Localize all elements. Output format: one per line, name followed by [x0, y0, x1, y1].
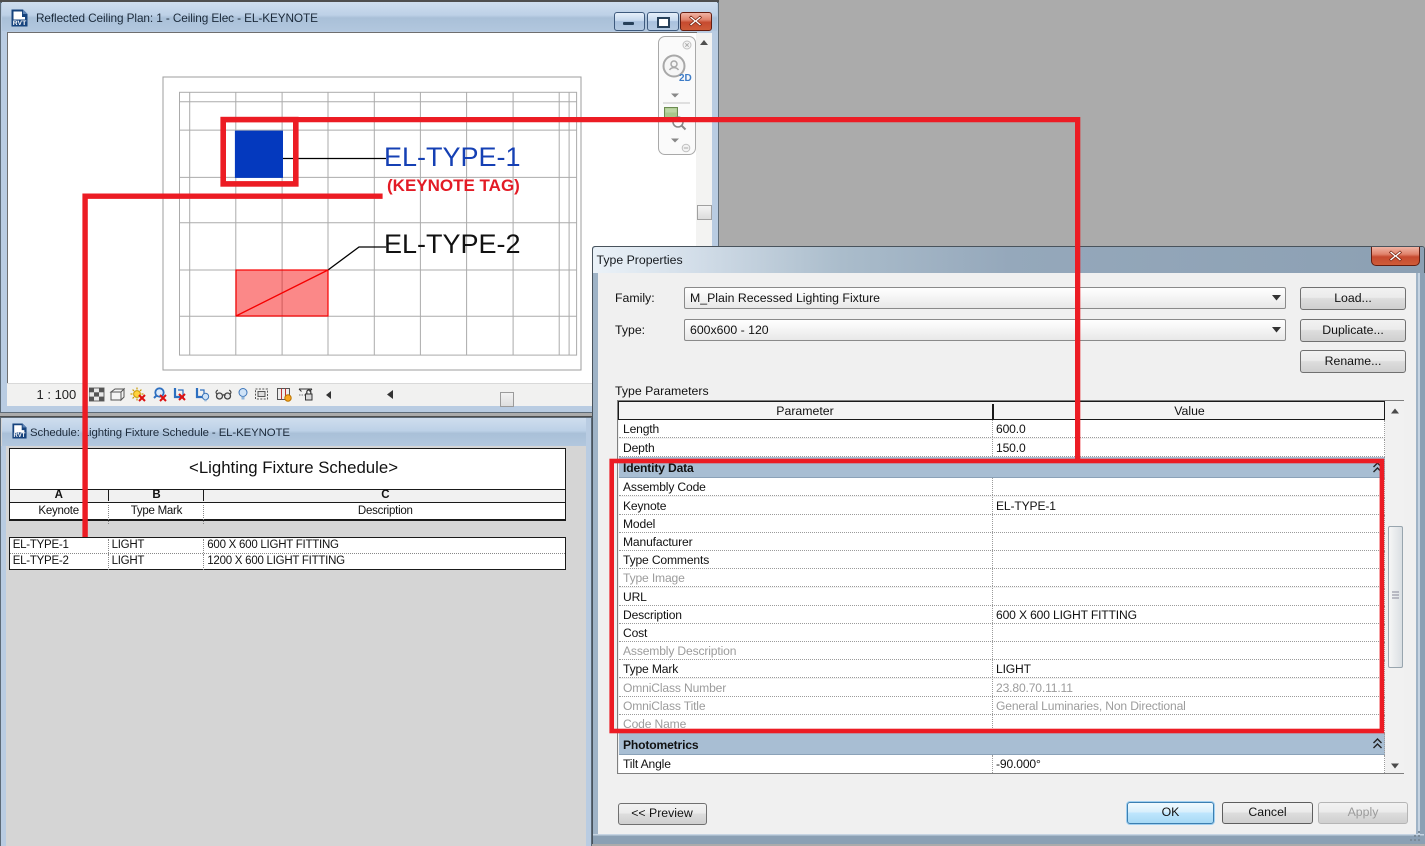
svg-text:RVT: RVT: [13, 20, 27, 27]
svg-text:RVT: RVT: [14, 433, 26, 439]
svg-text:2D: 2D: [679, 73, 692, 84]
